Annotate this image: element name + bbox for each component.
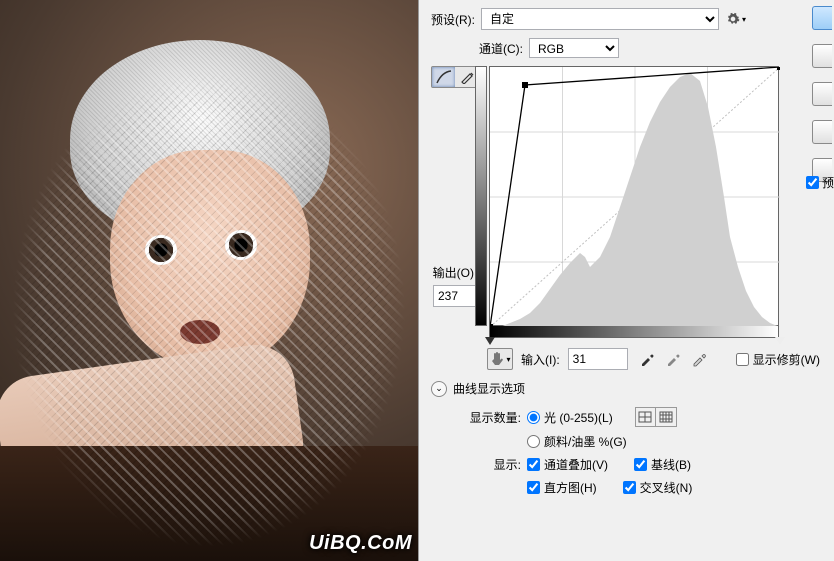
pigment-radio[interactable]: 颜料/油墨 %(G) (527, 433, 627, 450)
channel-select[interactable]: RGB (529, 38, 619, 58)
ok-button[interactable] (812, 6, 832, 30)
grid-coarse-icon[interactable] (636, 408, 656, 426)
channel-overlay-checkbox[interactable]: 通道叠加(V) (527, 456, 608, 473)
point-curve-icon[interactable] (432, 67, 455, 87)
histogram-checkbox[interactable]: 直方图(H) (527, 479, 597, 496)
grid-fine-icon[interactable] (656, 408, 676, 426)
auto-button[interactable] (812, 120, 832, 144)
document-canvas[interactable]: UiBQ.CoM (0, 0, 418, 561)
white-eyedropper[interactable] (688, 348, 710, 370)
smooth-button[interactable] (812, 82, 832, 106)
channel-label: 通道(C): (479, 40, 523, 57)
baseline-checkbox[interactable]: 基线(B) (634, 456, 691, 473)
input-label: 输入(I): (521, 351, 560, 368)
preview-checkbox[interactable]: 预 (806, 174, 834, 191)
white-point-slider[interactable] (775, 337, 785, 345)
curves-dialog: 预 预设(R): 自定 ▾ 通道(C): RGB (418, 0, 834, 561)
show-label: 显示: (461, 456, 521, 473)
disclosure-label: 曲线显示选项 (453, 380, 525, 397)
light-radio[interactable]: 光 (0-255)(L) (527, 409, 613, 426)
output-label: 输出(O): (433, 264, 478, 281)
intersect-checkbox[interactable]: 交叉线(N) (623, 479, 693, 496)
grid-size-toggle[interactable] (635, 407, 677, 427)
curve-tool-toggle[interactable] (431, 66, 479, 88)
input-gradient[interactable] (489, 326, 779, 338)
input-field[interactable] (568, 348, 628, 370)
display-amount-label: 显示数量: (461, 409, 521, 426)
black-point-slider[interactable] (485, 337, 495, 345)
gear-icon (726, 12, 740, 26)
output-field[interactable] (433, 285, 477, 307)
black-eyedropper[interactable] (636, 348, 658, 370)
preset-label: 预设(R): (431, 11, 475, 28)
show-clipping-checkbox[interactable]: 显示修剪(W) (736, 351, 820, 368)
hand-icon (489, 351, 505, 367)
targeted-adjust-button[interactable]: ▾ (487, 348, 513, 370)
watermark: UiBQ.CoM (309, 532, 412, 555)
disclosure-toggle[interactable]: ⌄ (431, 381, 447, 397)
preset-menu-button[interactable]: ▾ (725, 10, 747, 28)
gray-eyedropper[interactable] (662, 348, 684, 370)
cancel-button[interactable] (812, 44, 832, 68)
output-gradient (475, 66, 487, 326)
pigment-radio-label: 颜料/油墨 %(G) (544, 433, 627, 450)
preview-label: 预 (822, 174, 834, 191)
curve-point-white[interactable] (777, 67, 780, 70)
light-radio-label: 光 (0-255)(L) (544, 409, 613, 426)
curves-graph[interactable] (489, 66, 779, 326)
show-clipping-label: 显示修剪(W) (753, 351, 820, 368)
curve-point-mid[interactable] (522, 82, 528, 88)
preset-select[interactable]: 自定 (481, 8, 719, 30)
dialog-action-buttons (812, 6, 832, 182)
